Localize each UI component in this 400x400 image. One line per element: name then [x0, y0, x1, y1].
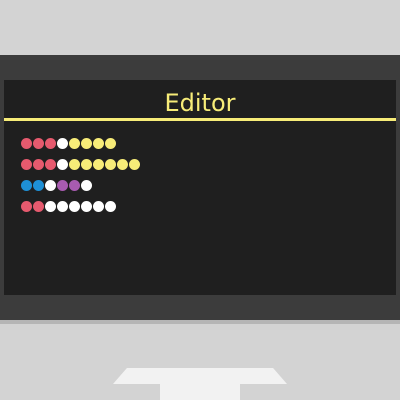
- code-token-dot: [69, 138, 80, 149]
- code-token-dot: [21, 180, 32, 191]
- monitor-stand-base: [113, 368, 287, 384]
- code-token-dot: [105, 201, 116, 212]
- code-token-dot: [57, 159, 68, 170]
- code-token-dot: [69, 180, 80, 191]
- code-token-dot: [45, 201, 56, 212]
- code-token-dot: [81, 159, 92, 170]
- code-line-1: [21, 138, 116, 149]
- code-token-dot: [69, 159, 80, 170]
- code-token-dot: [57, 180, 68, 191]
- title-underline: [4, 118, 396, 121]
- code-token-dot: [81, 201, 92, 212]
- code-token-dot: [81, 180, 92, 191]
- code-token-dot: [33, 138, 44, 149]
- code-token-dot: [93, 159, 104, 170]
- code-token-dot: [21, 201, 32, 212]
- code-token-dot: [33, 180, 44, 191]
- code-token-dot: [21, 138, 32, 149]
- code-token-dot: [117, 159, 128, 170]
- code-token-dot: [105, 138, 116, 149]
- code-line-3: [21, 180, 92, 191]
- code-token-dot: [93, 201, 104, 212]
- code-token-dot: [21, 159, 32, 170]
- code-token-dot: [93, 138, 104, 149]
- code-token-dot: [81, 138, 92, 149]
- monitor-scene: Editor: [0, 0, 400, 400]
- code-token-dot: [129, 159, 140, 170]
- editor-title: Editor: [164, 89, 236, 117]
- code-token-dot: [45, 138, 56, 149]
- code-token-dot: [105, 159, 116, 170]
- code-token-dot: [57, 138, 68, 149]
- code-token-dot: [33, 201, 44, 212]
- monitor-stand-neck: [160, 384, 240, 400]
- code-line-4: [21, 201, 116, 212]
- monitor-bottom-frame: [0, 300, 400, 320]
- code-line-2: [21, 159, 140, 170]
- code-token-dot: [33, 159, 44, 170]
- code-token-dot: [57, 201, 68, 212]
- code-token-dot: [69, 201, 80, 212]
- code-token-dot: [45, 159, 56, 170]
- code-token-dot: [45, 180, 56, 191]
